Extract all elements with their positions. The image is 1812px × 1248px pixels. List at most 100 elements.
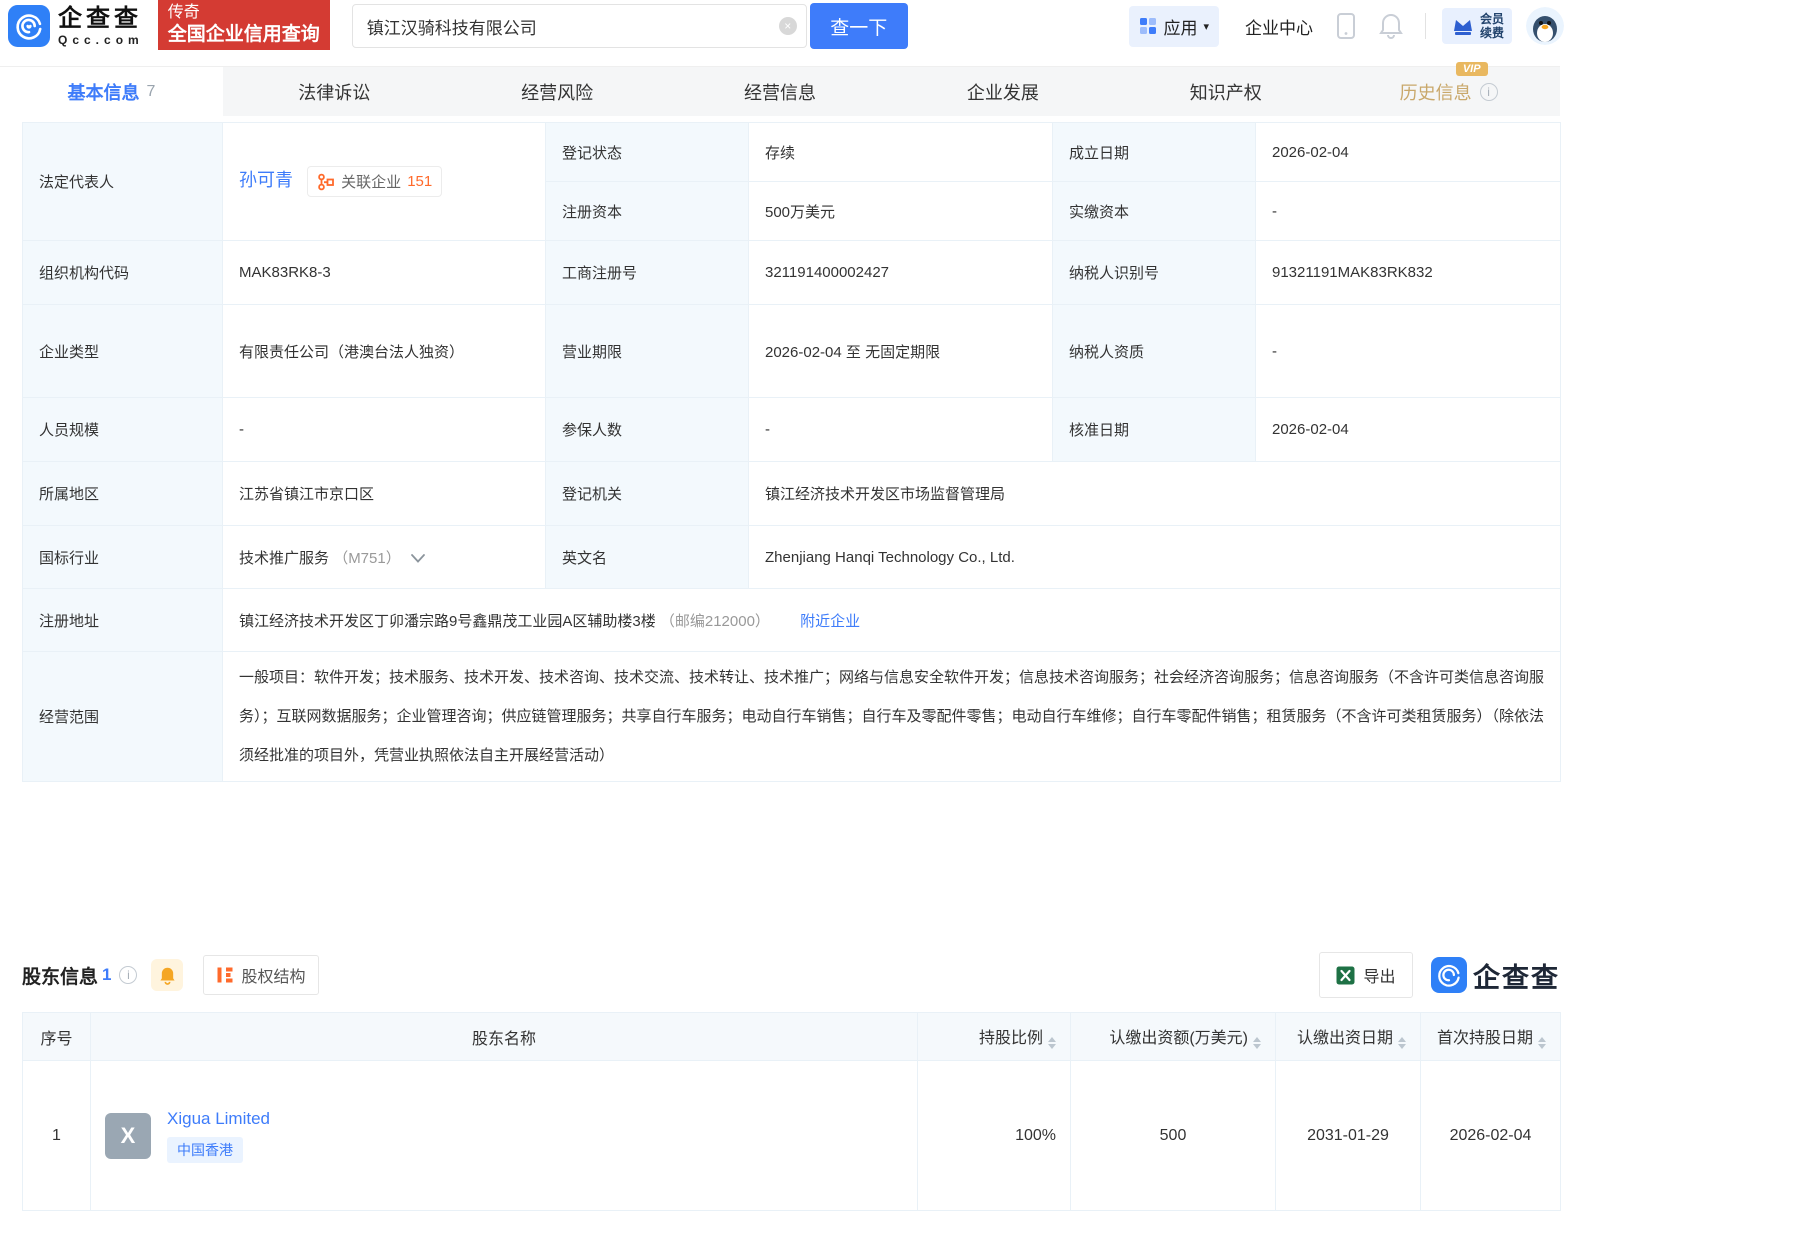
qcc-logo-icon — [8, 5, 50, 47]
top-header: 企查查 Qcc.com 传奇 全国企业信用查询 × 查一下 应用 ▾ 企业中心 — [0, 0, 1812, 52]
legal-rep-link[interactable]: 孙可青 — [239, 170, 293, 190]
section-tabs: 基本信息 7 法律诉讼 经营风险 经营信息 企业发展 知识产权 VIP 历史信息… — [0, 66, 1560, 116]
address-cell: 镇江经济技术开发区丁卯潘宗路9号鑫鼎茂工业园A区辅助楼3楼 （邮编212000）… — [223, 589, 1561, 652]
reg-capital-label: 注册资本 — [546, 182, 749, 241]
col-no: 序号 — [23, 1013, 91, 1061]
tab-history-info-label: 历史信息 — [1400, 79, 1472, 105]
tab-company-development-label: 企业发展 — [967, 79, 1039, 105]
member-line2: 续费 — [1480, 26, 1504, 40]
biz-term-label: 营业期限 — [546, 305, 749, 398]
promo-line1: 传奇 — [168, 3, 320, 23]
legal-rep-cell: 孙可青 关联企业 151 — [223, 123, 546, 241]
tab-history-info[interactable]: VIP 历史信息 i — [1337, 67, 1560, 116]
apps-menu[interactable]: 应用 ▾ — [1129, 6, 1219, 47]
reg-authority-value: 镇江经济技术开发区市场监督管理局 — [749, 462, 1561, 526]
address-value: 镇江经济技术开发区丁卯潘宗路9号鑫鼎茂工业园A区辅助楼3楼 — [239, 613, 656, 630]
enterprise-center-link[interactable]: 企业中心 — [1245, 14, 1313, 39]
search-input[interactable] — [352, 4, 807, 48]
equity-structure-label: 股权结构 — [241, 963, 305, 987]
vip-badge: VIP — [1456, 62, 1488, 76]
approval-date-value: 2026-02-04 — [1256, 398, 1561, 462]
col-amount[interactable]: 认缴出资额(万美元) — [1071, 1013, 1276, 1061]
tab-company-development[interactable]: 企业发展 — [891, 67, 1114, 116]
taxpayer-qual-value: - — [1256, 305, 1561, 398]
est-date-value: 2026-02-04 — [1256, 123, 1561, 182]
shareholder-name-cell: X Xigua Limited 中国香港 — [91, 1061, 918, 1211]
tab-basic-info[interactable]: 基本信息 7 — [0, 67, 223, 116]
est-date-label: 成立日期 — [1053, 123, 1256, 182]
qcc-brand-icon — [1431, 957, 1467, 993]
tab-basic-info-count: 7 — [146, 83, 155, 101]
org-chart-icon — [317, 173, 335, 191]
shareholders-title: 股东信息 — [22, 962, 98, 989]
col-ratio[interactable]: 持股比例 — [918, 1013, 1071, 1061]
paid-capital-value: - — [1256, 182, 1561, 241]
promo-line2: 全国企业信用查询 — [168, 23, 320, 47]
promo-badge: 传奇 全国企业信用查询 — [158, 0, 330, 50]
basic-info-table: 法定代表人 孙可青 关联企业 151 登记状态 存续 成立日期 2026-02-… — [22, 122, 1561, 782]
shareholders-header: 股东信息 1 i 股权结构 导出 — [22, 952, 1560, 998]
shareholder-no: 1 — [23, 1061, 91, 1211]
tab-basic-info-label: 基本信息 — [67, 79, 139, 105]
user-avatar[interactable] — [1526, 7, 1564, 45]
tab-operation-info[interactable]: 经营信息 — [669, 67, 892, 116]
tab-legal-litigation[interactable]: 法律诉讼 — [223, 67, 446, 116]
header-right: 应用 ▾ 企业中心 会员 续费 — [1129, 6, 1564, 47]
shareholder-amount: 500 — [1071, 1061, 1276, 1211]
apps-menu-label: 应用 — [1163, 14, 1197, 39]
shareholder-first-hold-date: 2026-02-04 — [1421, 1061, 1561, 1211]
col-subscribe-date[interactable]: 认缴出资日期 — [1276, 1013, 1421, 1061]
related-companies-badge[interactable]: 关联企业 151 — [307, 166, 442, 197]
search-button[interactable]: 查一下 — [810, 3, 908, 49]
shareholders-header-row: 序号 股东名称 持股比例 认缴出资额(万美元) 认缴出资日期 首次持股日期 — [23, 1013, 1561, 1061]
monitor-bell-icon[interactable] — [151, 959, 183, 991]
member-renew-badge[interactable]: 会员 续费 — [1442, 8, 1512, 45]
reg-status-value: 存续 — [749, 123, 1053, 182]
reg-capital-value: 500万美元 — [749, 182, 1053, 241]
taxpayer-id-label: 纳税人识别号 — [1053, 241, 1256, 305]
staff-size-value: - — [223, 398, 546, 462]
address-zip: （邮编212000） — [660, 613, 770, 630]
logo-text-block: 企查查 Qcc.com — [58, 7, 144, 46]
mobile-app-icon[interactable] — [1335, 13, 1357, 39]
org-code-value: MAK83RK8-3 — [223, 241, 546, 305]
tab-intellectual-property[interactable]: 知识产权 — [1114, 67, 1337, 116]
tab-operation-risk[interactable]: 经营风险 — [446, 67, 669, 116]
english-name-label: 英文名 — [546, 526, 749, 589]
export-button[interactable]: 导出 — [1319, 952, 1413, 998]
scope-label: 经营范围 — [23, 652, 223, 782]
scope-value: 一般项目：软件开发；技术服务、技术开发、技术咨询、技术交流、技术转让、技术推广；… — [223, 652, 1561, 782]
paid-capital-label: 实缴资本 — [1053, 182, 1256, 241]
shareholders-info-icon[interactable]: i — [119, 966, 137, 984]
insured-value: - — [749, 398, 1053, 462]
shareholder-ratio: 100% — [918, 1061, 1071, 1211]
legal-rep-label: 法定代表人 — [23, 123, 223, 241]
related-companies-label: 关联企业 — [341, 171, 401, 192]
taxpayer-qual-label: 纳税人资质 — [1053, 305, 1256, 398]
shareholder-row: 1 X Xigua Limited 中国香港 100% 500 2031-01-… — [23, 1061, 1561, 1211]
company-type-value: 有限责任公司（港澳台法人独资） — [223, 305, 546, 398]
qcc-logo[interactable]: 企查查 Qcc.com — [8, 5, 144, 47]
notification-bell-icon[interactable] — [1379, 13, 1403, 39]
biz-reg-no-value: 321191400002427 — [749, 241, 1053, 305]
industry-value: 技术推广服务 — [239, 550, 329, 567]
tab-operation-info-label: 经营信息 — [744, 79, 816, 105]
clear-icon[interactable]: × — [779, 17, 797, 35]
shareholder-subscribe-date: 2031-01-29 — [1276, 1061, 1421, 1211]
col-first-hold-date[interactable]: 首次持股日期 — [1421, 1013, 1561, 1061]
nearby-companies-link[interactable]: 附近企业 — [800, 613, 860, 630]
shareholder-name-link[interactable]: Xigua Limited — [167, 1109, 270, 1128]
history-info-icon[interactable]: i — [1480, 83, 1498, 101]
industry-cell: 技术推广服务 （M751） — [223, 526, 546, 589]
shareholders-table: 序号 股东名称 持股比例 认缴出资额(万美元) 认缴出资日期 首次持股日期 1 … — [22, 1012, 1561, 1211]
caret-down-icon: ▾ — [1203, 20, 1209, 33]
excel-icon — [1336, 966, 1355, 985]
insured-label: 参保人数 — [546, 398, 749, 462]
crown-icon — [1450, 13, 1476, 39]
shareholder-avatar: X — [105, 1113, 151, 1159]
equity-structure-button[interactable]: 股权结构 — [203, 955, 318, 995]
chevron-down-icon[interactable] — [411, 554, 425, 563]
shareholders-section: 股东信息 1 i 股权结构 导出 — [22, 952, 1560, 1211]
related-companies-count: 151 — [407, 173, 432, 190]
header-divider — [1425, 13, 1426, 39]
